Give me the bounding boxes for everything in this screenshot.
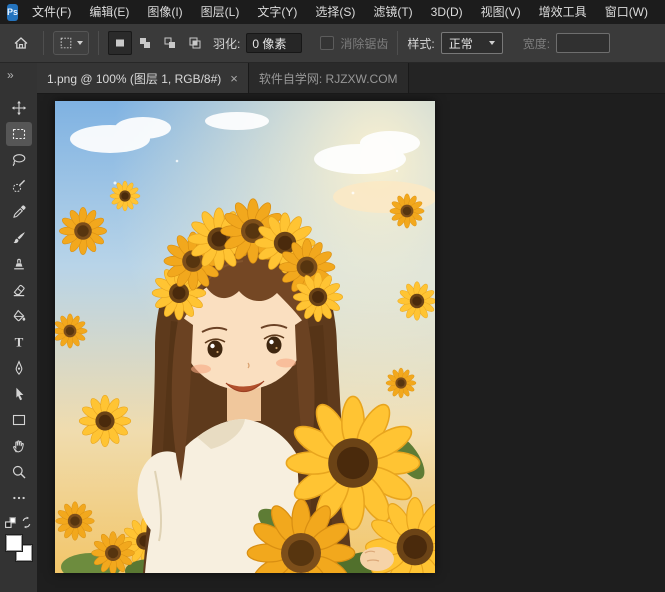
- tool-preset-button[interactable]: [53, 31, 89, 55]
- pen-icon: [11, 360, 27, 376]
- tool-options-bar: 羽化: 消除锯齿 样式: 正常 宽度:: [0, 24, 665, 63]
- menu-edit[interactable]: 编辑(E): [80, 0, 138, 24]
- intersect-selection-icon: [187, 35, 203, 51]
- document-tab-bar: 1.png @ 100% (图层 1, RGB/8#) × 软件自学网: RJZ…: [37, 63, 665, 94]
- style-value: 正常: [449, 35, 473, 52]
- tool-list: T: [6, 96, 32, 510]
- subtract-from-selection-button[interactable]: [158, 31, 182, 55]
- subtract-selection-icon: [162, 35, 178, 51]
- quick-selection-icon: [11, 178, 27, 194]
- brush-icon: [11, 230, 27, 246]
- menu-plugins[interactable]: 增效工具: [530, 0, 596, 24]
- selection-mode-group: [108, 31, 207, 55]
- menu-window[interactable]: 窗口(W): [596, 0, 657, 24]
- menu-bar: Ps 文件(F) 编辑(E) 图像(I) 图层(L) 文字(Y) 选择(S) 滤…: [0, 0, 665, 24]
- brush-tool-button[interactable]: [6, 226, 32, 250]
- zoom-icon: [11, 464, 27, 480]
- document-tab-active[interactable]: 1.png @ 100% (图层 1, RGB/8#) ×: [37, 63, 249, 93]
- toolbar: »: [0, 63, 37, 592]
- style-select[interactable]: 正常: [441, 32, 503, 54]
- feather-input[interactable]: [246, 33, 302, 53]
- rectangular-marquee-icon: [11, 126, 27, 142]
- add-to-selection-button[interactable]: [133, 31, 157, 55]
- menu-help[interactable]: 帮助(H): [657, 0, 665, 24]
- path-selection-tool-button[interactable]: [6, 382, 32, 406]
- lasso-tool-button[interactable]: [6, 148, 32, 172]
- separator: [43, 31, 44, 55]
- rectangular-marquee-tool-button[interactable]: [6, 122, 32, 146]
- photoshop-window: Ps 文件(F) 编辑(E) 图像(I) 图层(L) 文字(Y) 选择(S) 滤…: [0, 0, 665, 592]
- paint-bucket-tool-button[interactable]: [6, 304, 32, 328]
- eraser-icon: [11, 282, 27, 298]
- type-tool-button[interactable]: T: [6, 330, 32, 354]
- eyedropper-icon: [11, 204, 27, 220]
- rectangle-shape-icon: [11, 412, 27, 428]
- foreground-color-swatch[interactable]: [6, 535, 22, 551]
- antialias-label: 消除锯齿: [340, 35, 388, 52]
- menu-select[interactable]: 选择(S): [306, 0, 364, 24]
- add-selection-icon: [137, 35, 153, 51]
- menu-layer[interactable]: 图层(L): [192, 0, 249, 24]
- menu-file[interactable]: 文件(F): [23, 0, 80, 24]
- default-colors-icon[interactable]: [4, 516, 17, 529]
- eraser-tool-button[interactable]: [6, 278, 32, 302]
- clone-stamp-icon: [11, 256, 27, 272]
- menu-filter[interactable]: 滤镜(T): [364, 0, 421, 24]
- menu-3d[interactable]: 3D(D): [422, 0, 472, 24]
- content-area: »: [0, 63, 665, 592]
- lasso-icon: [11, 152, 27, 168]
- document-tab-title: 1.png @ 100% (图层 1, RGB/8#): [47, 70, 221, 87]
- antialias-checkbox[interactable]: [320, 36, 334, 50]
- menu-type[interactable]: 文字(Y): [248, 0, 306, 24]
- close-tab-icon[interactable]: ×: [230, 72, 238, 85]
- new-selection-button[interactable]: [108, 31, 132, 55]
- style-label: 样式:: [407, 35, 434, 52]
- color-swatches: [6, 535, 32, 562]
- swap-colors-icon[interactable]: [20, 516, 33, 529]
- selection-arrow-icon: [11, 386, 27, 402]
- document-area: 1.png @ 100% (图层 1, RGB/8#) × 软件自学网: RJZ…: [37, 63, 665, 592]
- pen-tool-button[interactable]: [6, 356, 32, 380]
- intersect-selection-button[interactable]: [183, 31, 207, 55]
- panel-collapse-button[interactable]: »: [0, 63, 15, 88]
- move-tool-button[interactable]: [6, 96, 32, 120]
- photoshop-logo-icon: Ps: [7, 4, 18, 21]
- menu-image[interactable]: 图像(I): [138, 0, 191, 24]
- move-icon: [11, 100, 27, 116]
- feather-label: 羽化:: [213, 35, 240, 52]
- sunflower-girl-artwork: [55, 101, 435, 573]
- chevron-down-icon: [489, 41, 495, 45]
- width-input[interactable]: [556, 33, 610, 53]
- chevron-down-icon: [77, 41, 83, 45]
- canvas-workspace[interactable]: [37, 94, 665, 592]
- hand-tool-button[interactable]: [6, 434, 32, 458]
- menu-view[interactable]: 视图(V): [472, 0, 530, 24]
- eyedropper-tool-button[interactable]: [6, 200, 32, 224]
- home-icon: [12, 34, 30, 52]
- separator: [397, 31, 398, 55]
- document-tab-title: 软件自学网: RJZXW.COM: [259, 70, 398, 87]
- svg-text:T: T: [14, 335, 23, 350]
- document-tab-inactive[interactable]: 软件自学网: RJZXW.COM: [249, 63, 409, 93]
- type-icon: T: [11, 334, 27, 350]
- hand-icon: [11, 438, 27, 454]
- edit-toolbar-button[interactable]: [6, 486, 32, 510]
- quick-selection-tool-button[interactable]: [6, 174, 32, 198]
- separator: [98, 31, 99, 55]
- zoom-tool-button[interactable]: [6, 460, 32, 484]
- color-controls-row: [4, 516, 33, 529]
- marquee-preset-icon: [59, 36, 73, 50]
- width-label: 宽度:: [523, 35, 550, 52]
- ellipsis-icon: [11, 490, 27, 506]
- new-selection-icon: [112, 35, 128, 51]
- paint-bucket-icon: [11, 308, 27, 324]
- clone-stamp-tool-button[interactable]: [6, 252, 32, 276]
- document-artboard[interactable]: [55, 101, 435, 573]
- rectangle-shape-tool-button[interactable]: [6, 408, 32, 432]
- home-button[interactable]: [8, 30, 34, 56]
